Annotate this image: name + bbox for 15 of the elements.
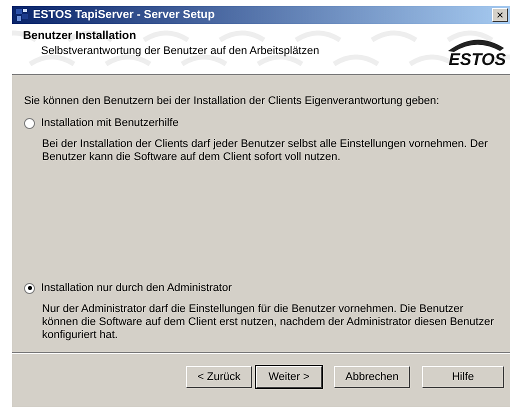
close-button[interactable]: ×: [492, 8, 508, 22]
dialog-button[interactable]: Weiter >: [256, 366, 322, 388]
option-description: Bei der Installation der Clients darf jeder Benutzer selbst alle Einstellungen vornehmen. Der Benutzer kann die Software auf dem Client sofort voll nutzen.: [42, 138, 489, 164]
page-subtitle: Selbstverantwortung der Benutzer auf den Arbeitsplätzen: [40, 45, 320, 57]
option-description: Nur der Administrator darf die Einstellungen für die Benutzer vornehmen. Die Benutzer können die Software auf dem Client erst nutzen, nachdem der Administrator diesen Benutzer konfiguriert hat.: [42, 303, 495, 342]
app-icon: [15, 8, 29, 22]
page-title: Benutzer Installation: [23, 30, 138, 42]
dialog-button[interactable]: Abbrechen: [334, 366, 410, 388]
intro-text: Sie können den Benutzern bei der Installation der Clients Eigenverantwortung geben:: [24, 95, 440, 107]
window-title: ESTOS TapiServer - Server Setup: [33, 9, 216, 21]
radio-option[interactable]: Installation mit Benutzerhilfe: [24, 117, 502, 129]
radio-option[interactable]: Installation nur durch den Administrator: [24, 282, 502, 294]
dialog-button[interactable]: Hilfe: [422, 366, 504, 388]
logo-text: ESTOS: [448, 52, 506, 68]
dialog-button[interactable]: < Zurück: [186, 366, 252, 388]
